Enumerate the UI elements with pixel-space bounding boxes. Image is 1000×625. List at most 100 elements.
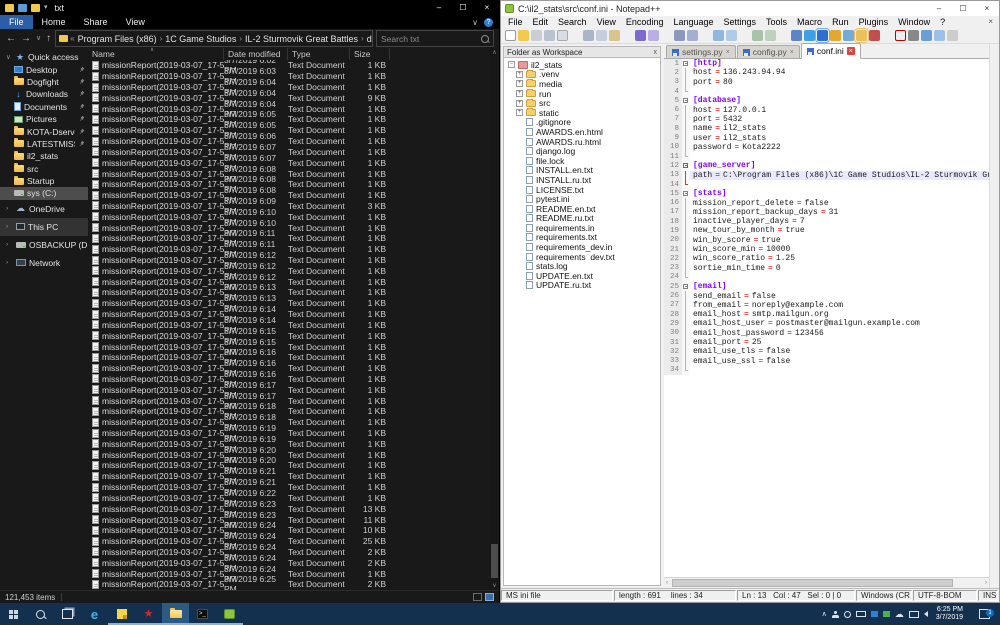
toolbar-icon[interactable] — [934, 30, 945, 41]
sidebar-item[interactable]: ∨ Quick access — [0, 51, 88, 63]
toolbar-icon[interactable] — [700, 30, 711, 41]
sidebar-item[interactable]: Dogfight — [0, 76, 88, 88]
toolbar-icon[interactable] — [570, 30, 581, 41]
taskbar-app[interactable] — [108, 603, 135, 625]
large-icons-view-icon[interactable] — [485, 593, 494, 601]
tray-icon[interactable] — [883, 611, 890, 617]
taskbar-app[interactable] — [216, 603, 243, 625]
file-row[interactable]: missionReport(2019-03-07_17-50-43)[75]..… — [88, 579, 490, 590]
fold-margin[interactable] — [682, 282, 690, 291]
tab-close-icon[interactable]: × — [790, 49, 794, 56]
workspace-file[interactable]: pytest.ini — [504, 194, 660, 204]
toolbar-icon[interactable] — [648, 30, 659, 41]
fold-margin[interactable] — [682, 133, 690, 142]
document-close-icon[interactable]: × — [988, 17, 999, 26]
workspace-file[interactable]: README.ru.txt — [504, 214, 660, 224]
recent-locations-icon[interactable]: ∨ — [35, 34, 42, 44]
file-row[interactable]: missionReport(2019-03-07_17-50-43)[36]..… — [88, 157, 490, 168]
toolbar-icon[interactable] — [661, 30, 672, 41]
breadcrumb-segment[interactable]: 1C Game Studios › — [164, 34, 242, 44]
file-row[interactable]: missionReport(2019-03-07_17-50-43)[39]..… — [88, 190, 490, 201]
file-row[interactable]: missionReport(2019-03-07_17-50-43)[62]..… — [88, 438, 490, 449]
file-row[interactable]: missionReport(2019-03-07_17-50-43)[42]..… — [88, 222, 490, 233]
fold-margin[interactable] — [682, 338, 690, 347]
workspace-file[interactable]: INSTALL.ru.txt — [504, 175, 660, 185]
fold-margin[interactable] — [682, 180, 690, 189]
fold-margin[interactable] — [682, 171, 690, 180]
workspace-file[interactable]: file.lock — [504, 156, 660, 166]
expand-icon[interactable]: + — [516, 109, 523, 116]
expand-icon[interactable]: + — [516, 90, 523, 97]
fold-margin[interactable] — [682, 68, 690, 77]
file-row[interactable]: missionReport(2019-03-07_17-50-43)[49]..… — [88, 298, 490, 309]
workspace-folder[interactable]: + run — [504, 89, 660, 99]
maximize-button[interactable]: ☐ — [951, 1, 975, 16]
fold-margin[interactable] — [682, 161, 690, 170]
up-icon[interactable]: ↑ — [45, 34, 52, 44]
toolbar-icon[interactable] — [765, 30, 776, 41]
expand-icon[interactable]: + — [516, 100, 523, 107]
new-folder-icon[interactable] — [31, 4, 40, 12]
workspace-file[interactable]: django.log — [504, 146, 660, 156]
tray-icon[interactable] — [832, 611, 839, 618]
toolbar-icon[interactable] — [609, 30, 620, 41]
fold-margin[interactable] — [682, 198, 690, 207]
workspace-close-icon[interactable]: x — [654, 49, 658, 56]
menu-item[interactable]: Window — [893, 17, 935, 27]
scrollbar-thumb[interactable] — [491, 544, 498, 578]
file-row[interactable]: missionReport(2019-03-07_17-50-43)[40]..… — [88, 201, 490, 212]
file-row[interactable]: missionReport(2019-03-07_17-50-43)[50]..… — [88, 309, 490, 320]
file-row[interactable]: missionReport(2019-03-07_17-50-43)[35]..… — [88, 147, 490, 158]
fold-margin[interactable] — [682, 366, 690, 375]
file-row[interactable]: missionReport(2019-03-07_17-50-43)[66]..… — [88, 482, 490, 493]
file-row[interactable]: missionReport(2019-03-07_17-50-43)[72]..… — [88, 547, 490, 558]
column-header-type[interactable]: Type — [288, 48, 350, 60]
menu-item[interactable]: Language — [668, 17, 718, 27]
toolbar-icon[interactable] — [739, 30, 750, 41]
fold-margin[interactable] — [682, 264, 690, 273]
expander-icon[interactable]: › — [6, 205, 13, 212]
expand-icon[interactable]: + — [516, 80, 523, 87]
file-row[interactable]: missionReport(2019-03-07_17-50-43)[41]..… — [88, 211, 490, 222]
file-row[interactable]: missionReport(2019-03-07_17-50-43)[63]..… — [88, 449, 490, 460]
workspace-file[interactable]: README.en.txt — [504, 204, 660, 214]
sidebar-item[interactable]: › Network — [0, 254, 88, 272]
code-editor[interactable]: 1 [http] 2 host=136.243.94.94 — [664, 59, 989, 577]
scroll-up-icon[interactable]: ∧ — [490, 49, 499, 56]
toolbar-icon[interactable] — [674, 30, 685, 41]
workspace-file[interactable]: AWARDS.en.html — [504, 127, 660, 137]
tray-icon[interactable] — [895, 610, 904, 619]
workspace-file[interactable]: stats.log — [504, 261, 660, 271]
taskbar-app[interactable] — [189, 603, 216, 625]
fold-margin[interactable] — [682, 291, 690, 300]
toolbar-icon[interactable] — [791, 30, 802, 41]
file-row[interactable]: missionReport(2019-03-07_17-50-43)[38]..… — [88, 179, 490, 190]
file-row[interactable]: missionReport(2019-03-07_17-50-43)[74]..… — [88, 568, 490, 579]
fold-margin[interactable] — [682, 105, 690, 114]
file-row[interactable]: missionReport(2019-03-07_17-50-43)[58]..… — [88, 395, 490, 406]
breadcrumb-segment[interactable]: data › — [366, 34, 373, 44]
file-row[interactable]: missionReport(2019-03-07_17-50-43)[54]..… — [88, 352, 490, 363]
file-row[interactable]: missionReport(2019-03-07_17-50-43)[46]..… — [88, 265, 490, 276]
quick-access-toolbar-chevron-icon[interactable]: ▾ — [44, 4, 48, 12]
ribbon-tab[interactable]: File — [0, 15, 33, 29]
file-row[interactable]: missionReport(2019-03-07_17-50-43)[71]..… — [88, 536, 490, 547]
document-tab[interactable]: conf.ini × — [801, 43, 861, 59]
sidebar-item[interactable]: KOTA-Dserver — [0, 125, 88, 137]
column-header-name[interactable]: Name ∧ — [88, 48, 224, 60]
fold-margin[interactable] — [682, 273, 690, 282]
toolbar-icon[interactable] — [583, 30, 594, 41]
fold-margin[interactable] — [682, 301, 690, 310]
toolbar-icon[interactable] — [908, 30, 919, 41]
details-view-icon[interactable] — [473, 593, 482, 601]
fold-margin[interactable] — [682, 347, 690, 356]
fold-margin[interactable] — [682, 217, 690, 226]
fold-margin[interactable] — [682, 87, 690, 96]
minimize-ribbon-icon[interactable]: ∨ — [472, 18, 478, 27]
properties-icon[interactable] — [18, 4, 27, 12]
minimize-button[interactable]: – — [427, 0, 451, 15]
column-header-size[interactable]: Size — [350, 48, 390, 60]
breadcrumb-segment[interactable]: IL-2 Sturmovik Great Battles › — [244, 34, 364, 44]
scroll-right-icon[interactable]: › — [985, 580, 987, 586]
file-row[interactable]: missionReport(2019-03-07_17-50-43)[43]..… — [88, 233, 490, 244]
